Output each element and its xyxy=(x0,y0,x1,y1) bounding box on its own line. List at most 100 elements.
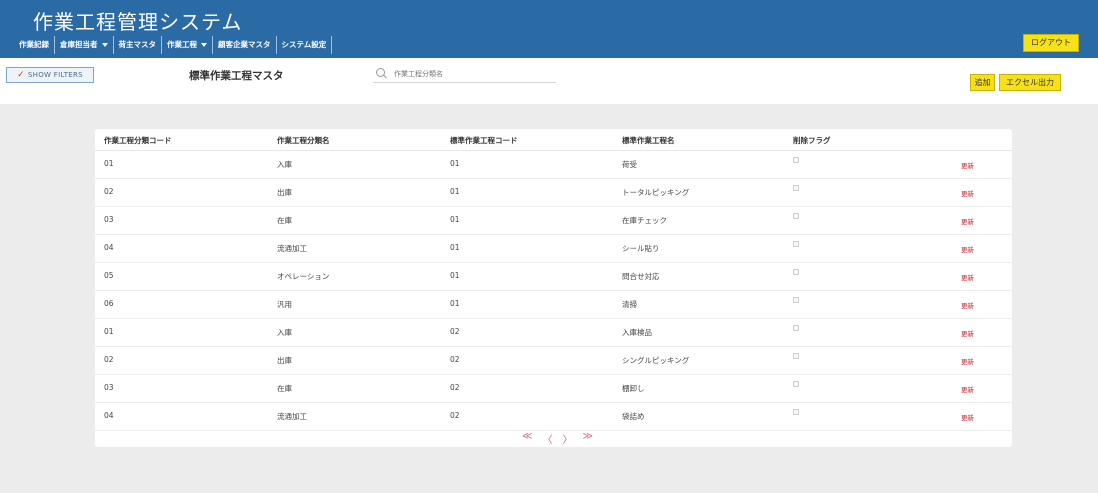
delete-flag-checkbox[interactable] xyxy=(793,157,799,163)
next-page-icon[interactable]: 〉 xyxy=(562,431,572,446)
nav-item-work-records[interactable]: 作業記録 xyxy=(17,36,55,54)
cell-category-code: 02 xyxy=(104,355,114,364)
delete-flag-checkbox[interactable] xyxy=(793,381,799,387)
first-page-icon[interactable]: ≪ xyxy=(522,431,532,446)
show-filters-label: SHOW FILTERS xyxy=(27,71,83,79)
nav-item-customer-master[interactable]: 顧客企業マスタ xyxy=(213,36,277,54)
add-button[interactable]: 追加 xyxy=(970,74,995,91)
cell-category-name: オペレーション xyxy=(277,272,330,281)
delete-flag-checkbox[interactable] xyxy=(793,353,799,359)
search-input[interactable] xyxy=(394,70,554,78)
delete-flag-checkbox[interactable] xyxy=(793,185,799,191)
cell-category-code: 03 xyxy=(104,383,114,392)
nav-label: 顧客企業マスタ xyxy=(218,40,271,49)
cell-process-name: シール貼り xyxy=(622,244,660,253)
update-link[interactable]: 更新 xyxy=(961,412,974,422)
header-category-code: 作業工程分類コード xyxy=(104,136,172,145)
nav-label: 荷主マスタ xyxy=(118,40,157,49)
table-header: 作業工程分類コード 作業工程分類名 標準作業工程コード 標準作業工程名 削除フラ… xyxy=(95,129,1012,151)
cell-process-name: 入庫検品 xyxy=(622,328,652,337)
update-link[interactable]: 更新 xyxy=(961,328,974,338)
app-title: 作業工程管理システム xyxy=(33,10,243,34)
caret-down-icon xyxy=(201,43,207,47)
nav-item-warehouse-staff[interactable]: 倉庫担当者 xyxy=(55,36,114,54)
check-icon: ✓ xyxy=(17,69,25,80)
cell-category-name: 入庫 xyxy=(277,160,292,169)
cell-process-code: 01 xyxy=(450,187,460,196)
last-page-icon[interactable]: ≫ xyxy=(582,431,592,446)
nav-item-shipper-master[interactable]: 荷主マスタ xyxy=(114,36,162,54)
cell-category-name: 流通加工 xyxy=(277,412,307,421)
search-icon xyxy=(376,68,388,80)
table-row: 06 汎用 01 清掃 更新 xyxy=(95,291,1012,319)
cell-process-code: 01 xyxy=(450,271,460,280)
cell-process-name: 棚卸し xyxy=(622,384,645,393)
cell-category-code: 03 xyxy=(104,215,114,224)
caret-down-icon xyxy=(101,43,108,47)
cell-category-name: 流通加工 xyxy=(277,244,307,253)
update-link[interactable]: 更新 xyxy=(961,160,974,170)
nav-label: 作業工程 xyxy=(167,40,197,49)
cell-category-code: 04 xyxy=(104,411,114,420)
nav-item-work-process[interactable]: 作業工程 xyxy=(162,36,213,54)
delete-flag-checkbox[interactable] xyxy=(793,269,799,275)
table-row: 02 出庫 02 シングルピッキング 更新 xyxy=(95,347,1012,375)
table-card: 作業工程分類コード 作業工程分類名 標準作業工程コード 標準作業工程名 削除フラ… xyxy=(95,129,1012,447)
cell-category-name: 入庫 xyxy=(277,328,292,337)
cell-category-code: 01 xyxy=(104,327,114,336)
table-row: 04 流通加工 02 袋詰め 更新 xyxy=(95,403,1012,431)
header-delete-flag: 削除フラグ xyxy=(793,136,831,145)
cell-process-name: 清掃 xyxy=(622,300,637,309)
top-bar: 作業工程管理システム 作業記録 倉庫担当者 荷主マスタ 作業工程 顧客企業マスタ… xyxy=(0,0,1098,58)
cell-category-code: 06 xyxy=(104,299,114,308)
delete-flag-checkbox[interactable] xyxy=(793,213,799,219)
show-filters-button[interactable]: ✓ SHOW FILTERS xyxy=(6,67,94,83)
cell-process-name: シングルピッキング xyxy=(622,356,690,365)
table-row: 04 流通加工 01 シール貼り 更新 xyxy=(95,235,1012,263)
cell-process-code: 01 xyxy=(450,159,460,168)
table-row: 01 入庫 02 入庫検品 更新 xyxy=(95,319,1012,347)
cell-category-name: 在庫 xyxy=(277,384,292,393)
header-category-name: 作業工程分類名 xyxy=(277,136,330,145)
nav-item-system-settings[interactable]: システム設定 xyxy=(277,36,333,54)
update-link[interactable]: 更新 xyxy=(961,300,974,310)
cell-process-name: 在庫チェック xyxy=(622,216,667,225)
cell-process-name: 袋詰め xyxy=(622,412,645,421)
delete-flag-checkbox[interactable] xyxy=(793,297,799,303)
table-row: 03 在庫 01 在庫チェック 更新 xyxy=(95,207,1012,235)
cell-category-code: 01 xyxy=(104,159,114,168)
cell-process-code: 02 xyxy=(450,411,460,420)
cell-process-code: 01 xyxy=(450,243,460,252)
cell-category-code: 04 xyxy=(104,243,114,252)
update-link[interactable]: 更新 xyxy=(961,272,974,282)
page-title: 標準作業工程マスタ xyxy=(189,70,284,82)
table-row: 05 オペレーション 01 問合せ対応 更新 xyxy=(95,263,1012,291)
excel-export-button[interactable]: エクセル出力 xyxy=(999,74,1061,91)
update-link[interactable]: 更新 xyxy=(961,244,974,254)
cell-process-code: 02 xyxy=(450,355,460,364)
update-link[interactable]: 更新 xyxy=(961,384,974,394)
logout-button[interactable]: ログアウト xyxy=(1023,34,1079,52)
delete-flag-checkbox[interactable] xyxy=(793,409,799,415)
prev-page-icon[interactable]: 〈 xyxy=(542,431,552,446)
cell-category-name: 出庫 xyxy=(277,356,292,365)
main-nav: 作業記録 倉庫担当者 荷主マスタ 作業工程 顧客企業マスタ システム設定 xyxy=(17,36,333,54)
update-link[interactable]: 更新 xyxy=(961,356,974,366)
cell-process-name: トータルピッキング xyxy=(622,188,690,197)
pagination: ≪ 〈 〉 ≫ xyxy=(522,431,593,446)
nav-label: 作業記録 xyxy=(19,40,49,49)
update-link[interactable]: 更新 xyxy=(961,188,974,198)
header-process-code: 標準作業工程コード xyxy=(450,136,518,145)
cell-process-code: 02 xyxy=(450,327,460,336)
delete-flag-checkbox[interactable] xyxy=(793,325,799,331)
cell-process-code: 01 xyxy=(450,215,460,224)
update-link[interactable]: 更新 xyxy=(961,216,974,226)
delete-flag-checkbox[interactable] xyxy=(793,241,799,247)
cell-category-name: 汎用 xyxy=(277,300,292,309)
nav-label: 倉庫担当者 xyxy=(60,40,98,49)
cell-process-code: 01 xyxy=(450,299,460,308)
cell-category-code: 05 xyxy=(104,271,114,280)
cell-process-name: 荷受 xyxy=(622,160,637,169)
header-process-name: 標準作業工程名 xyxy=(622,136,675,145)
cell-category-code: 02 xyxy=(104,187,114,196)
